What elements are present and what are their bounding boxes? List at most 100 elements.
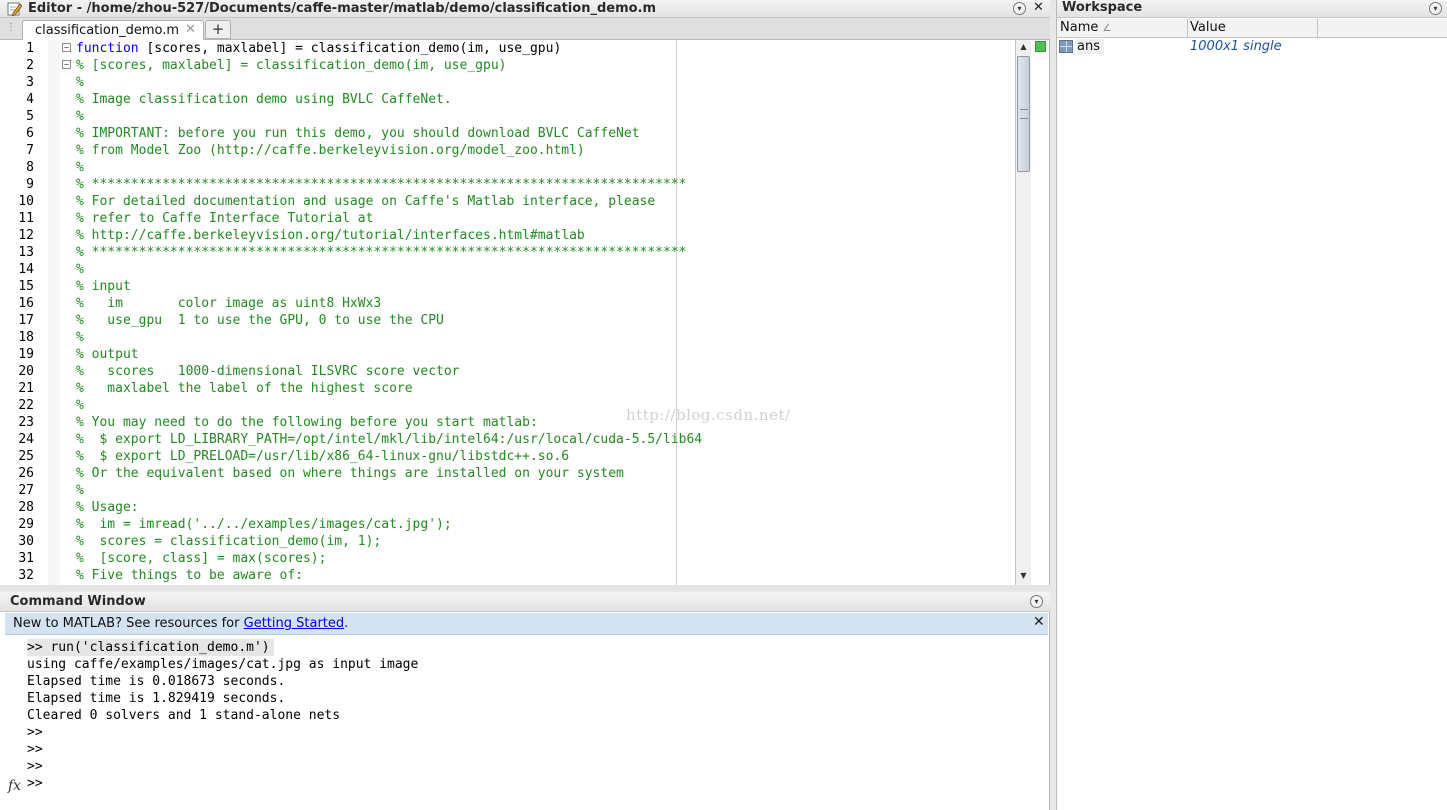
fx-icon[interactable]: fx	[8, 778, 21, 794]
code-line[interactable]: 32 % Five things to be aware of:	[0, 567, 1015, 584]
code-text: %	[76, 109, 84, 124]
line-number: 18	[18, 330, 34, 345]
command-output[interactable]: >> run('classification_demo.m') using caf…	[0, 639, 1050, 810]
close-icon[interactable]: ✕	[1033, 0, 1044, 15]
code-text: % **************************************…	[76, 177, 687, 192]
code-line[interactable]: 3%	[0, 74, 1015, 91]
code-line[interactable]: 10 % For detailed documentation and usage…	[0, 193, 1015, 210]
code-text: %	[76, 398, 84, 413]
editor-bottom-bar	[0, 585, 1050, 590]
code-text: % Image classification demo using BVLC C…	[76, 92, 452, 107]
code-text: % refer to Caffe Interface Tutorial at	[76, 211, 374, 226]
minimize-icon[interactable]: ▾	[1429, 2, 1442, 15]
code-line[interactable]: 30 % scores = classification_demo(im, 1);	[0, 533, 1015, 550]
command-output-line[interactable]: >>	[27, 758, 43, 775]
code-line[interactable]: 20 % scores 1000-dimensional ILSVRC score…	[0, 363, 1015, 380]
line-number: 25	[18, 449, 34, 464]
code-line[interactable]: 5%	[0, 108, 1015, 125]
code-line[interactable]: 4 % Image classification demo using BVLC …	[0, 91, 1015, 108]
tab-label: classification_demo.m	[35, 23, 180, 38]
scroll-up-icon[interactable]: ▲	[1018, 41, 1029, 53]
code-line[interactable]: 23 % You may need to do the following bef…	[0, 414, 1015, 431]
variable-name[interactable]: ans	[1077, 39, 1104, 54]
code-text: %	[76, 262, 84, 277]
code-text: % [scores, maxlabel] = classification_de…	[76, 58, 507, 73]
command-output-line[interactable]: Elapsed time is 1.829419 seconds.	[27, 690, 285, 707]
scroll-down-icon[interactable]: ▼	[1018, 570, 1029, 582]
pencil-icon	[7, 2, 22, 16]
workspace-titlebar: Workspace ▾	[1057, 0, 1447, 18]
code-line[interactable]: 31 % [score, class] = max(scores);	[0, 550, 1015, 567]
minimize-icon[interactable]: ▾	[1013, 2, 1026, 15]
editor-tabstrip: ⋮ classification_demo.m ✕ +	[0, 18, 1050, 40]
table-row[interactable]: ans 1000x1 single	[1057, 38, 1447, 56]
command-output-line[interactable]: >>	[27, 775, 43, 792]
command-output-line[interactable]: >>	[27, 724, 43, 741]
editor-title: Editor - /home/zhou-527/Documents/caffe-…	[28, 1, 657, 16]
code-line[interactable]: 24 % $ export LD_LIBRARY_PATH=/opt/intel/…	[0, 431, 1015, 448]
command-output-line[interactable]: using caffe/examples/images/cat.jpg as i…	[27, 656, 418, 673]
tab-close-icon[interactable]: ✕	[185, 22, 196, 37]
code-text: function [scores, maxlabel] = classifica…	[76, 41, 562, 56]
code-line[interactable]: 15 % input	[0, 278, 1015, 295]
code-line[interactable]: 29 % im = imread('../../examples/images/c…	[0, 516, 1015, 533]
sort-icon[interactable]: ∠	[1103, 23, 1112, 34]
command-input-line[interactable]: >> run('classification_demo.m')	[27, 639, 274, 656]
command-window[interactable]: Command Window ▾ New to MATLAB? See reso…	[0, 592, 1050, 810]
code-analyzer-status-icon[interactable]	[1035, 41, 1046, 52]
fold-icon[interactable]: −	[62, 60, 71, 69]
column-header-name[interactable]: Name ∠	[1060, 20, 1111, 35]
code-text: % input	[76, 279, 131, 294]
code-line[interactable]: 21 % maxlabel the label of the highest sc…	[0, 380, 1015, 397]
command-window-title: Command Window	[10, 594, 146, 609]
code-line[interactable]: 14%	[0, 261, 1015, 278]
code-line[interactable]: 11 % refer to Caffe Interface Tutorial at	[0, 210, 1015, 227]
tab-classification-demo[interactable]: classification_demo.m ✕	[22, 20, 204, 40]
code-text: % scores 1000-dimensional ILSVRC score v…	[76, 364, 460, 379]
code-line[interactable]: 2 −% [scores, maxlabel] = classification_…	[0, 57, 1015, 74]
grip-icon[interactable]: ⋮	[6, 22, 16, 33]
code-line[interactable]: 26 % Or the equivalent based on where thi…	[0, 465, 1015, 482]
code-line[interactable]: 8%	[0, 159, 1015, 176]
command-output-line[interactable]: >>	[27, 741, 43, 758]
line-number: 29	[18, 517, 34, 532]
command-output-line[interactable]: Cleared 0 solvers and 1 stand-alone nets	[27, 707, 340, 724]
new-tab-button[interactable]: +	[205, 20, 231, 39]
banner-close-icon[interactable]: ✕	[1033, 614, 1045, 630]
scroll-thumb[interactable]	[1017, 56, 1030, 172]
code-text: % im = imread('../../examples/images/cat…	[76, 517, 452, 532]
line-number: 16	[18, 296, 34, 311]
code-line[interactable]: 13 % ************************************…	[0, 244, 1015, 261]
line-number: 32	[18, 568, 34, 583]
code-line[interactable]: 28 % Usage:	[0, 499, 1015, 516]
minimize-icon[interactable]: ▾	[1030, 595, 1043, 608]
command-output-line[interactable]: Elapsed time is 0.018673 seconds.	[27, 673, 285, 690]
column-header-value[interactable]: Value	[1190, 20, 1226, 35]
getting-started-link[interactable]: Getting Started	[244, 616, 345, 631]
line-number: 7	[26, 143, 34, 158]
code-line[interactable]: 27%	[0, 482, 1015, 499]
code-line[interactable]: 6 % IMPORTANT: before you run this demo, …	[0, 125, 1015, 142]
variable-value[interactable]: 1000x1 single	[1190, 39, 1282, 54]
code-line[interactable]: 1 − function [scores, maxlabel] = classifi…	[0, 40, 1015, 57]
code-line[interactable]: 18%	[0, 329, 1015, 346]
variable-icon	[1059, 40, 1073, 53]
line-number: 6	[26, 126, 34, 141]
code-text: % from Model Zoo (http://caffe.berkeleyv…	[76, 143, 585, 158]
code-line[interactable]: 16 % im color image as uint8 HxWx3	[0, 295, 1015, 312]
code-text: % [score, class] = max(scores);	[76, 551, 327, 566]
code-line[interactable]: 9 % *************************************…	[0, 176, 1015, 193]
code-line[interactable]: 19 % output	[0, 346, 1015, 363]
code-line[interactable]: 22%	[0, 397, 1015, 414]
code-line[interactable]: 17 % use_gpu 1 to use the GPU, 0 to use t…	[0, 312, 1015, 329]
code-line[interactable]: 25 % $ export LD_PRELOAD=/usr/lib/x86_64-…	[0, 448, 1015, 465]
code-text: % scores = classification_demo(im, 1);	[76, 534, 382, 549]
code-line[interactable]: 7 % from Model Zoo (http://caffe.berkeley…	[0, 142, 1015, 159]
fold-icon[interactable]: −	[62, 43, 71, 52]
line-number: 11	[18, 211, 34, 226]
line-number: 3	[26, 75, 34, 90]
code-line[interactable]: 12 % http://caffe.berkeleyvision.org/tuto…	[0, 227, 1015, 244]
editor-scrollbar[interactable]: ▲ ▼	[1015, 40, 1031, 585]
workspace-table-header: Name ∠ Value	[1057, 19, 1447, 38]
code-editor[interactable]: 1 − function [scores, maxlabel] = classifi…	[0, 40, 1015, 585]
